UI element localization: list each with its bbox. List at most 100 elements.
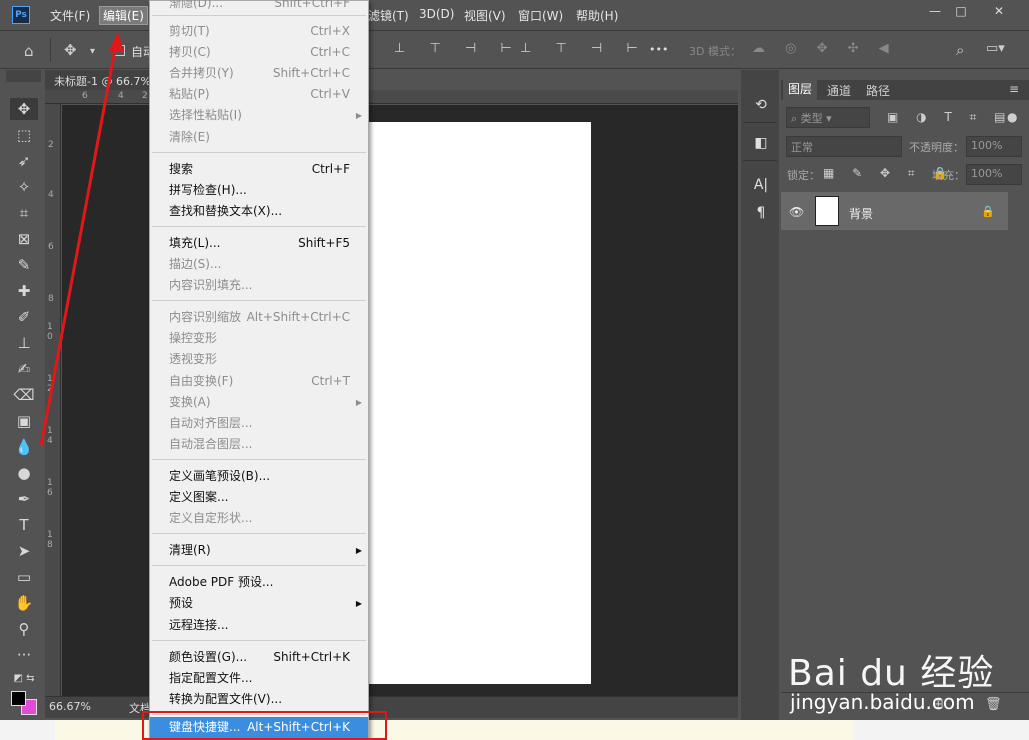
foreground-color-swatch[interactable]: [11, 691, 26, 706]
eraser-tool-icon[interactable]: ⌫: [10, 384, 38, 406]
menu-item-0-3[interactable]: 粘贴(P) Ctrl+V: [150, 84, 368, 105]
workspace-icon[interactable]: ▭▾: [986, 41, 1005, 56]
home-icon[interactable]: ⌂: [24, 42, 34, 60]
history-brush-tool-icon[interactable]: ✍: [10, 358, 38, 380]
frame-tool-icon[interactable]: ⊠: [10, 228, 38, 250]
menu-3d[interactable]: 3D(D): [419, 7, 454, 21]
panel-menu-icon[interactable]: ≡: [1009, 82, 1019, 96]
chevron-down-icon[interactable]: ▾: [90, 46, 95, 57]
layer-name[interactable]: 背景: [849, 205, 873, 222]
blur-tool-icon[interactable]: 💧: [10, 436, 38, 458]
3d-mode-icons[interactable]: ☁ ◎ ✥ ✣ ◀: [752, 41, 897, 56]
tab-channels[interactable]: 通道: [827, 82, 851, 99]
opacity-input[interactable]: 100%: [966, 136, 1022, 157]
tab-paths[interactable]: 路径: [866, 82, 890, 99]
menu-item-7-0[interactable]: 颜色设置(G)... Shift+Ctrl+K: [150, 647, 368, 668]
menu-edit[interactable]: 编辑(E): [99, 6, 148, 25]
menu-item-0-1[interactable]: 拷贝(C) Ctrl+C: [150, 42, 368, 63]
menu-item-4-2[interactable]: 定义自定形状...: [150, 508, 368, 529]
blend-mode-select[interactable]: 正常: [786, 136, 902, 157]
document-canvas[interactable]: [360, 122, 591, 684]
layer-filter-kind[interactable]: ⌕ 类型 ▾: [786, 107, 870, 128]
menu-item-3-5[interactable]: 自动对齐图层...: [150, 413, 368, 434]
lasso-tool-icon[interactable]: ➶: [10, 150, 38, 172]
menu-item-2-0[interactable]: 填充(L)... Shift+F5: [150, 233, 368, 254]
edit-toolbar-icon[interactable]: ···: [10, 644, 38, 666]
menu-item-6-0[interactable]: Adobe PDF 预设...: [150, 572, 368, 593]
path-selection-tool-icon[interactable]: ➤: [10, 540, 38, 562]
rectangle-tool-icon[interactable]: ▭: [10, 566, 38, 588]
properties-panel-icon[interactable]: ◧: [748, 132, 774, 154]
menu-item-4-0[interactable]: 定义画笔预设(B)...: [150, 466, 368, 487]
healing-brush-tool-icon[interactable]: ✚: [10, 280, 38, 302]
menu-item-1-2[interactable]: 查找和替换文本(X)...: [150, 201, 368, 222]
gradient-tool-icon[interactable]: ▣: [10, 410, 38, 432]
layer-lock-icon[interactable]: 🔒: [981, 205, 995, 218]
menu-item-3-1[interactable]: 操控变形: [150, 328, 368, 349]
swap-colors-icon[interactable]: ◩ ⇆: [10, 668, 38, 690]
auto-select-checkbox[interactable]: [114, 45, 125, 56]
type-tool-icon[interactable]: T: [10, 514, 38, 536]
menu-item-3-0[interactable]: 内容识别缩放 Alt+Shift+Ctrl+C: [150, 307, 368, 328]
hand-tool-icon[interactable]: ✋: [10, 592, 38, 614]
stamp-tool-icon[interactable]: ⊥: [10, 332, 38, 354]
minimize-button[interactable]: —: [924, 3, 946, 19]
zoom-level[interactable]: 66.67%: [49, 700, 91, 713]
blend-mode-value: 正常: [791, 141, 813, 154]
zoom-tool-icon[interactable]: ⚲: [10, 618, 38, 640]
menu-item-3-2[interactable]: 透视变形: [150, 349, 368, 370]
menu-item-0-5[interactable]: 清除(E): [150, 127, 368, 148]
submenu-arrow-icon: ▶: [355, 599, 362, 608]
toolbar-header: [6, 70, 41, 82]
move-tool-icon[interactable]: ✥: [10, 98, 38, 120]
menu-help[interactable]: 帮助(H): [576, 7, 618, 24]
dodge-tool-icon[interactable]: ●: [10, 462, 38, 484]
menu-item-2-2[interactable]: 内容识别填充...: [150, 275, 368, 296]
menu-item-0-2[interactable]: 合并拷贝(Y) Shift+Ctrl+C: [150, 63, 368, 84]
restore-button[interactable]: □: [950, 3, 972, 19]
more-options-button[interactable]: •••: [649, 43, 668, 56]
menu-window[interactable]: 窗口(W): [518, 7, 563, 24]
crop-tool-icon[interactable]: ⌗: [10, 202, 38, 224]
menu-item-fade[interactable]: 渐隐(D)... Shift+Ctrl+F: [150, 0, 368, 14]
submenu-arrow-icon: ▶: [355, 546, 362, 555]
menu-item-4-1[interactable]: 定义图案...: [150, 487, 368, 508]
align-icons[interactable]: ⊥ ⊤ ⊣ ⊢: [394, 41, 522, 56]
visibility-eye-icon[interactable]: 👁: [789, 205, 804, 219]
menu-file[interactable]: 文件(F): [50, 7, 90, 24]
menu-item-1-0[interactable]: 搜索 Ctrl+F: [150, 159, 368, 180]
document-tab[interactable]: 未标题-1 @ 66.7%: [45, 70, 155, 90]
marquee-tool-icon[interactable]: ⬚: [10, 124, 38, 146]
menu-item-3-6[interactable]: 自动混合图层...: [150, 434, 368, 455]
brush-tool-icon[interactable]: ✐: [10, 306, 38, 328]
menu-item-3-4[interactable]: 变换(A) ▶: [150, 392, 368, 413]
menu-item-1-1[interactable]: 拼写检查(H)...: [150, 180, 368, 201]
paragraph-panel-icon[interactable]: ¶: [748, 202, 774, 224]
search-icon[interactable]: ⌕: [956, 41, 964, 59]
distribute-icons[interactable]: ⊥ ⊤ ⊣ ⊢: [520, 41, 648, 56]
magic-wand-tool-icon[interactable]: ✧: [10, 176, 38, 198]
move-tool-preset-icon[interactable]: ✥: [64, 41, 77, 59]
character-panel-icon[interactable]: A|: [748, 174, 774, 196]
history-panel-icon[interactable]: ⟲: [748, 94, 774, 116]
menu-item-6-1[interactable]: 预设 ▶: [150, 593, 368, 614]
menu-item-0-4[interactable]: 选择性粘贴(I) ▶: [150, 105, 368, 126]
layer-filter-icons[interactable]: ▣ ◑ T ⌗ ▤: [887, 110, 1013, 125]
pen-tool-icon[interactable]: ✒: [10, 488, 38, 510]
menu-filter[interactable]: 滤镜(T): [368, 7, 409, 24]
menu-item-6-2[interactable]: 远程连接...: [150, 615, 368, 636]
menu-item-5-0[interactable]: 清理(R) ▶: [150, 540, 368, 561]
menu-view[interactable]: 视图(V): [464, 7, 506, 24]
menu-item-0-0[interactable]: 剪切(T) Ctrl+X: [150, 21, 368, 42]
close-button[interactable]: ✕: [988, 3, 1010, 19]
menu-item-7-2[interactable]: 转换为配置文件(V)...: [150, 689, 368, 710]
delete-layer-icon[interactable]: 🗑: [985, 697, 1002, 712]
fill-input[interactable]: 100%: [966, 164, 1022, 185]
eyedropper-tool-icon[interactable]: ✎: [10, 254, 38, 276]
menu-item-2-1[interactable]: 描边(S)...: [150, 254, 368, 275]
tab-layers[interactable]: 图层: [783, 80, 818, 100]
menu-item-3-3[interactable]: 自由变换(F) Ctrl+T: [150, 371, 368, 392]
ruler-label: 4: [48, 190, 54, 200]
menu-item-7-1[interactable]: 指定配置文件...: [150, 668, 368, 689]
filter-toggle-icon[interactable]: ●: [1007, 110, 1017, 124]
